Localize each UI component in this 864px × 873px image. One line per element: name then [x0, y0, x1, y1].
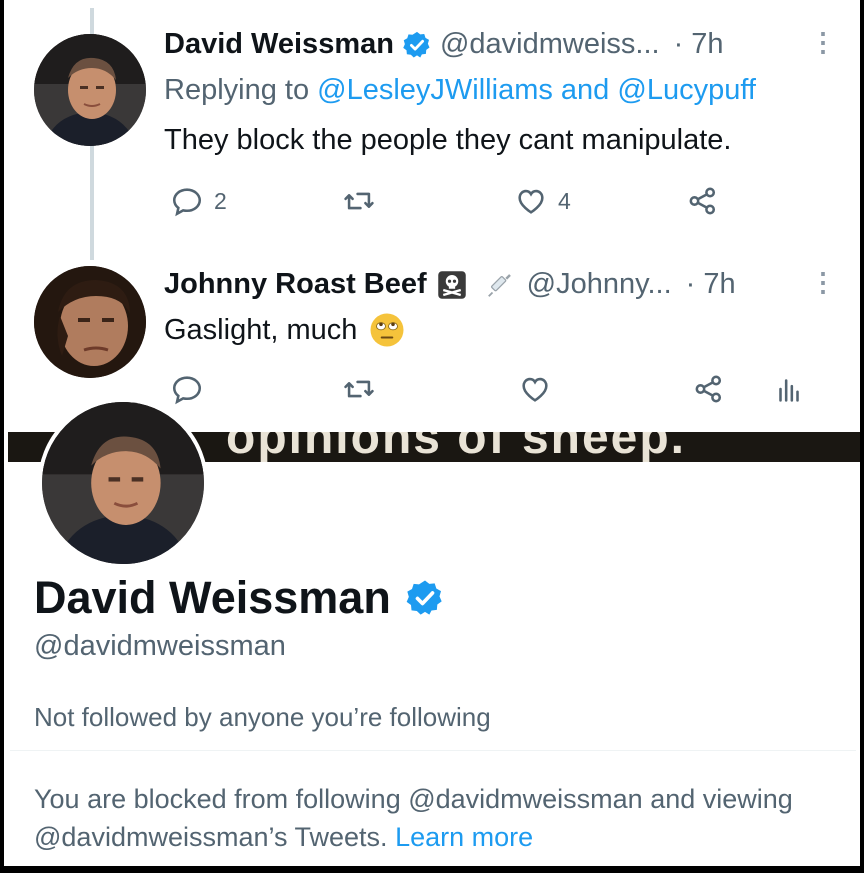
reply-icon	[172, 376, 202, 405]
retweet-button[interactable]	[342, 184, 376, 218]
reply-button[interactable]: 2	[170, 184, 227, 218]
replying-to-line: Replying to @LesleyJWilliams and @Lucypu…	[164, 74, 756, 107]
verified-badge-icon	[403, 31, 430, 57]
learn-more-link[interactable]: Learn more	[395, 822, 533, 852]
profile-name-text: David Weissman	[34, 572, 391, 623]
profile-name: David Weissman	[34, 572, 453, 624]
share-icon	[695, 375, 722, 403]
author-name[interactable]: Johnny Roast Beef	[164, 268, 427, 301]
tweet-header: Johnny Roast Beef @Johnny... · 7h	[164, 268, 736, 301]
share-icon	[689, 187, 716, 215]
divider	[10, 750, 856, 751]
share-button[interactable]	[692, 372, 726, 406]
tweet-text: They block the people they cant manipula…	[164, 124, 732, 156]
retweet-button[interactable]	[342, 372, 376, 406]
author-handle[interactable]: @Johnny...	[527, 268, 672, 301]
eye-roll-emoji	[370, 313, 404, 347]
mention-link[interactable]: @LesleyJWilliams	[317, 74, 553, 106]
reply-count: 2	[214, 187, 227, 214]
replying-prefix: Replying to	[164, 74, 310, 106]
screenshot-frame: David Weissman @davidmweiss... · 7h ⋮ Re…	[4, 0, 860, 866]
tweet-timestamp[interactable]: · 7h	[686, 268, 736, 301]
like-button[interactable]	[518, 372, 552, 406]
syringe-emoji	[487, 273, 511, 297]
reply-icon	[172, 188, 202, 217]
more-options-icon[interactable]: ⋮	[810, 269, 836, 295]
replying-and: and	[560, 74, 610, 106]
like-button[interactable]: 4	[514, 184, 571, 218]
verified-badge-icon	[406, 580, 442, 615]
retweet-icon	[344, 192, 374, 210]
blocked-notice: You are blocked from following @davidmwe…	[34, 780, 834, 856]
tweet-text: Gaslight, much	[164, 312, 405, 348]
share-button[interactable]	[686, 184, 720, 218]
profile-handle: @davidmweissman	[34, 630, 286, 662]
reply-button[interactable]	[170, 372, 204, 406]
avatar-david-weissman[interactable]	[34, 34, 146, 146]
tweet-header: David Weissman @davidmweiss... · 7h	[164, 28, 724, 61]
like-count: 4	[558, 187, 571, 214]
like-icon	[518, 189, 544, 214]
analytics-button[interactable]	[772, 372, 806, 406]
tweet-text-body: Gaslight, much	[164, 313, 358, 346]
followed-by-status: Not followed by anyone you’re following	[34, 702, 491, 732]
skull-crossbones-emoji	[437, 270, 466, 299]
like-icon	[522, 377, 548, 402]
avatar-johnny-roast-beef[interactable]	[34, 266, 146, 378]
author-name[interactable]: David Weissman	[164, 28, 394, 61]
retweet-icon	[344, 380, 374, 398]
tweet-timestamp[interactable]: · 7h	[674, 28, 724, 61]
banner-text: opinions of sheep.	[226, 432, 687, 462]
profile-avatar[interactable]	[38, 398, 208, 568]
more-options-icon[interactable]: ⋮	[810, 29, 836, 55]
author-handle[interactable]: @davidmweiss...	[440, 28, 660, 61]
mention-link[interactable]: @Lucypuff	[617, 74, 756, 106]
analytics-icon	[779, 379, 799, 402]
